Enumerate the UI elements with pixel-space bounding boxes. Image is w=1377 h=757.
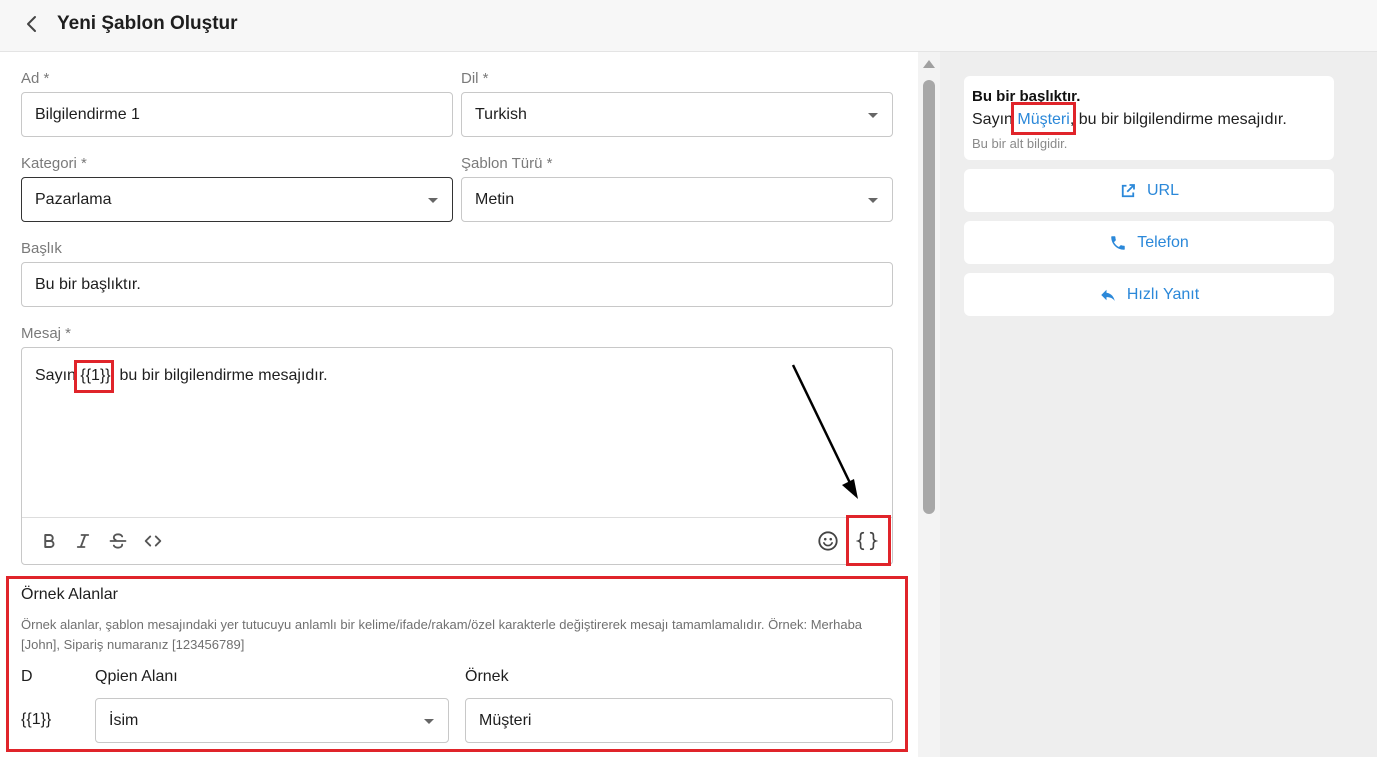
example-fields-section: Örnek Alanlar Örnek alanlar, şablon mesa…	[6, 576, 908, 752]
language-value: Turkish	[475, 106, 527, 123]
preview-footer: Bu bir alt bilgidir.	[972, 136, 1068, 151]
heading-input[interactable]: Bu bir başlıktır.	[21, 262, 893, 307]
scroll-up-arrow-icon[interactable]	[923, 60, 935, 68]
url-button-label: URL	[1146, 181, 1179, 199]
variable-button-highlight	[846, 515, 891, 566]
name-label: Ad *	[21, 70, 50, 87]
name-input[interactable]: Bilgilendirme 1	[21, 92, 453, 137]
message-label: Mesaj *	[21, 325, 72, 342]
preview-url-button[interactable]: URL	[964, 169, 1334, 212]
preview-phone-button[interactable]: Telefon	[964, 221, 1334, 264]
strikethrough-button[interactable]	[107, 530, 129, 552]
quick-reply-button-label: Hızlı Yanıt	[1126, 285, 1200, 303]
template-type-label: Şablon Türü *	[461, 155, 553, 172]
emoji-button[interactable]	[817, 530, 839, 552]
strikethrough-icon	[109, 533, 127, 549]
qpien-field-value: İsim	[109, 712, 139, 729]
example-fields-description: Örnek alanlar, şablon mesajındaki yer tu…	[21, 617, 863, 652]
preview-variable-highlight	[1011, 102, 1076, 135]
italic-button[interactable]	[72, 530, 94, 552]
message-editor[interactable]: Sayın {{1}}, bu bir bilgilendirme mesajı…	[21, 347, 893, 565]
dropdown-arrow-icon	[424, 719, 434, 724]
phone-icon	[1111, 235, 1125, 250]
qpien-field-select[interactable]: İsim	[95, 698, 449, 743]
language-label: Dil *	[461, 70, 489, 87]
phone-button-label: Telefon	[1137, 233, 1189, 251]
back-button[interactable]	[20, 12, 44, 36]
bold-icon	[44, 534, 55, 548]
preview-quick-reply-button[interactable]: Hızlı Yanıt	[964, 273, 1334, 316]
category-label: Kategori *	[21, 155, 87, 172]
annotation-arrow	[791, 364, 858, 499]
page-title: Yeni Şablon Oluştur	[57, 13, 238, 34]
variable-highlight	[74, 360, 114, 393]
emoji-icon	[818, 531, 838, 551]
scroll-thumb[interactable]	[923, 80, 935, 514]
column-header-example: Örnek	[465, 668, 509, 685]
dropdown-arrow-icon	[428, 198, 438, 203]
column-header-field: Qpien Alanı	[95, 668, 178, 685]
code-icon	[144, 535, 162, 547]
example-value-input[interactable]: Müşteri	[465, 698, 893, 743]
page-header: Yeni Şablon Oluştur	[0, 0, 1377, 52]
reply-icon	[1101, 289, 1115, 301]
category-value: Pazarlama	[35, 191, 112, 208]
name-value: Bilgilendirme 1	[35, 106, 140, 123]
language-select[interactable]: Turkish	[461, 92, 893, 137]
external-link-icon	[1121, 183, 1135, 197]
template-type-value: Metin	[475, 191, 515, 208]
category-select[interactable]: Pazarlama	[21, 177, 453, 222]
column-header-variable: D	[21, 668, 33, 685]
bold-button[interactable]	[38, 530, 60, 552]
heading-value: Bu bir başlıktır.	[35, 276, 141, 293]
template-form: Ad * Bilgilendirme 1 Dil * Turkish Kateg…	[0, 52, 918, 757]
example-variable-cell: {{1}}	[21, 711, 52, 728]
editor-toolbar	[22, 517, 892, 564]
example-fields-title: Örnek Alanlar	[21, 586, 118, 603]
form-scrollbar[interactable]	[918, 52, 940, 757]
dropdown-arrow-icon	[868, 198, 878, 203]
code-button[interactable]	[142, 530, 164, 552]
example-value: Müşteri	[479, 712, 532, 729]
heading-label: Başlık	[21, 240, 62, 257]
italic-icon	[76, 534, 90, 548]
preview-panel: Bu bir başlıktır. Sayın Müşteri, bu bir …	[940, 52, 1377, 757]
chevron-left-icon	[27, 16, 36, 32]
template-type-select[interactable]: Metin	[461, 177, 893, 222]
dropdown-arrow-icon	[868, 113, 878, 118]
